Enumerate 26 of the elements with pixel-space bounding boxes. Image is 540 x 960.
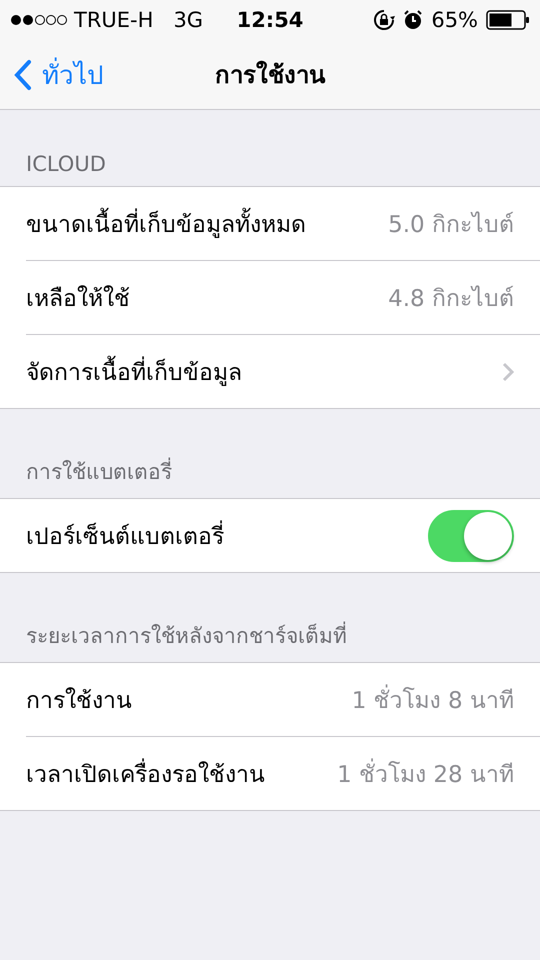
row-value: 5.0 กิกะไบต์ xyxy=(388,210,514,240)
row-label: จัดการเนื้อที่เก็บข้อมูล xyxy=(26,354,502,390)
row-value: 1 ชั่วโมง 8 นาที xyxy=(352,682,514,718)
screen-title: การใช้งาน xyxy=(215,61,325,89)
battery-icon xyxy=(486,10,530,30)
row-label: การใช้งาน xyxy=(26,686,133,716)
carrier-name: TRUE-H xyxy=(74,8,154,32)
chevron-right-icon[interactable] xyxy=(502,362,514,382)
row-label: เวลาเปิดเครื่องรอใช้งาน xyxy=(26,756,338,792)
battery-percentage: 65% xyxy=(431,8,478,32)
clock-time: 12:54 xyxy=(236,8,304,32)
toggle-switch[interactable] xyxy=(428,510,514,562)
row-label: เปอร์เซ็นต์แบตเตอรี่ xyxy=(26,518,428,554)
row-label: ขนาดเนื้อที่เก็บข้อมูลทั้งหมด xyxy=(26,206,388,242)
section-header: ระยะเวลาการใช้หลังจากชาร์จเต็มที่ xyxy=(0,573,540,662)
section-header: การใช้แบตเตอรี่ xyxy=(0,409,540,498)
row-value: 4.8 กิกะไบต์ xyxy=(388,284,514,314)
row-label: เหลือให้ใช้ xyxy=(26,284,131,314)
back-chevron-icon xyxy=(14,58,32,90)
back-button[interactable]: ทั่วไป xyxy=(0,54,104,95)
network-type: 3G xyxy=(173,8,204,32)
signal-icon xyxy=(10,14,68,26)
section-header: ICLOUD xyxy=(25,151,107,178)
rotation-lock-icon xyxy=(373,9,396,31)
alarm-clock-icon xyxy=(403,10,424,30)
row-value: 1 ชั่วโมง 28 นาที xyxy=(337,756,514,792)
